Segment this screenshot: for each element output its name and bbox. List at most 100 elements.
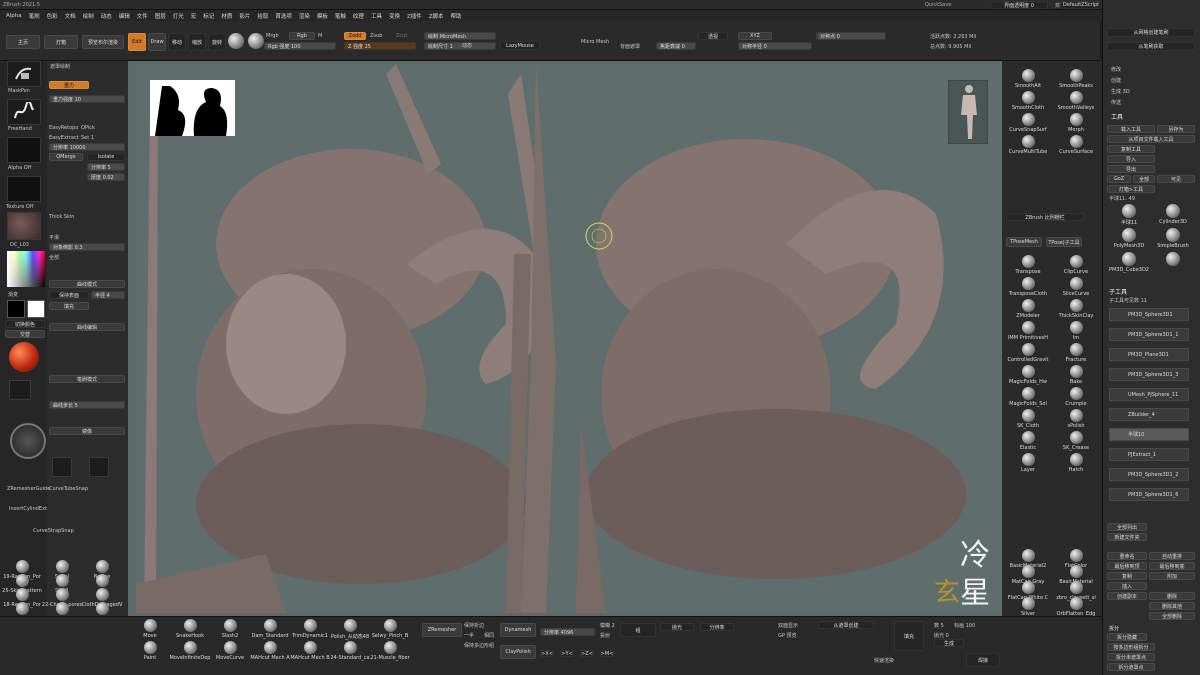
brush-item[interactable]: MoveInfiniteDep bbox=[170, 641, 210, 661]
copy-tool-button[interactable]: 复制工具 bbox=[1107, 145, 1155, 153]
brush-item[interactable]: SmoothAlt bbox=[1004, 69, 1052, 89]
tool-thumbnail[interactable]: SimpleBrush bbox=[1151, 228, 1195, 249]
list-all-button[interactable]: 全部列出 bbox=[1107, 523, 1147, 531]
menu-item[interactable]: 标记 bbox=[203, 12, 214, 20]
gravity-toggle[interactable]: 重力 bbox=[49, 81, 89, 89]
menu-item[interactable]: 笔触 bbox=[335, 12, 346, 20]
load-from-project-button[interactable]: 从项目文件载入工具 bbox=[1107, 135, 1195, 143]
menu-item[interactable]: 灯光 bbox=[173, 12, 184, 20]
brush-item[interactable]: TransposeCloth bbox=[1004, 277, 1052, 297]
persp-button[interactable]: 透视 bbox=[698, 32, 728, 40]
zbrush-fence-button[interactable]: ZBrush 比例栅栏 bbox=[1006, 213, 1084, 221]
brush-item[interactable]: ClipCurve bbox=[1052, 255, 1100, 275]
duplicate-button[interactable]: 复制 bbox=[1107, 572, 1147, 580]
subtool-item[interactable]: PM3D_Sphere3D1_2 bbox=[1109, 468, 1189, 481]
mirror-toggle[interactable]: 镜像 bbox=[49, 427, 125, 435]
brush-item[interactable]: SmoothValleys bbox=[1052, 91, 1100, 111]
brush-item[interactable]: Move bbox=[130, 619, 170, 639]
curvestrapsnap-brush[interactable]: CurveStrapSnap bbox=[33, 528, 74, 534]
menu-item[interactable]: 宏 bbox=[191, 12, 197, 20]
draw-size-slider[interactable]: 绘制尺寸 1 bbox=[424, 42, 496, 50]
transfer-item[interactable]: 传送 bbox=[1111, 99, 1121, 106]
main-color-swatch[interactable] bbox=[7, 300, 25, 318]
brush-item[interactable]: Layer bbox=[1004, 453, 1052, 473]
set-button[interactable]: Set 1 bbox=[81, 135, 94, 141]
brush-item[interactable]: sPolish bbox=[1052, 409, 1100, 429]
lazymouse-button[interactable]: LazyMouse bbox=[500, 41, 540, 50]
color-picker[interactable] bbox=[7, 251, 45, 287]
menu-item[interactable]: 材质 bbox=[221, 12, 232, 20]
keep-surface-toggle[interactable]: 保持表面 bbox=[49, 291, 89, 299]
fill-button[interactable]: 填充 bbox=[894, 621, 924, 651]
m-axis-toggle[interactable]: >M< bbox=[600, 650, 614, 657]
boolean-preview-button[interactable]: 预览布尔渲染 bbox=[82, 35, 124, 49]
brush-item[interactable]: ThickSkinClay bbox=[1052, 299, 1100, 319]
edit-button[interactable]: Edit bbox=[128, 33, 146, 51]
insertcylindext-brush[interactable]: InsertCylindExt bbox=[9, 506, 47, 512]
menu-item[interactable]: 影片 bbox=[239, 12, 250, 20]
brush-item[interactable]: Slash2 bbox=[210, 619, 250, 639]
brush-item[interactable] bbox=[82, 574, 122, 588]
brush-item[interactable]: IMM PrimitivesH bbox=[1004, 321, 1052, 341]
brush-item[interactable]: 21-Muscle_fiber bbox=[370, 641, 410, 661]
brush-item[interactable]: Im bbox=[1052, 321, 1100, 341]
menu-item[interactable]: 文档 bbox=[65, 12, 76, 20]
brush-item[interactable]: SK_Cloth bbox=[1004, 409, 1052, 429]
brush-item[interactable]: 24-Standard_ca bbox=[330, 641, 370, 661]
rotate-button[interactable]: 旋转 bbox=[208, 33, 226, 51]
curve-mode-button[interactable]: 曲线模式 bbox=[49, 280, 125, 288]
brush-item[interactable]: TrimDynamic1 bbox=[290, 619, 330, 639]
z-intensity-slider[interactable]: Z 强度 25 bbox=[344, 42, 416, 50]
subtool-item[interactable]: PM3D_Sphere3D1_3 bbox=[1109, 368, 1189, 381]
menu-item[interactable]: 色彩 bbox=[47, 12, 58, 20]
menu-item[interactable]: 渲染 bbox=[299, 12, 310, 20]
brush-item[interactable]: SmoothCloth bbox=[1004, 91, 1052, 111]
menu-item[interactable]: 动态 bbox=[101, 12, 112, 20]
count-slider[interactable]: 数 5 bbox=[934, 622, 944, 629]
dynamesh-button[interactable]: Dynamesh bbox=[500, 623, 536, 637]
dot-stroke-icon[interactable] bbox=[9, 380, 31, 400]
brush-item[interactable]: Silver bbox=[1004, 597, 1052, 617]
brush-thumbnail-icon[interactable] bbox=[89, 457, 109, 477]
menu-item[interactable]: 纹理 bbox=[353, 12, 364, 20]
home-button[interactable]: 主页 bbox=[6, 35, 40, 49]
modify-item[interactable]: 修改 bbox=[1111, 66, 1121, 73]
delete-button[interactable]: 删除 bbox=[1149, 592, 1195, 600]
sym-radius-slider[interactable]: 对称半径 0 bbox=[738, 42, 812, 50]
gen3d-item[interactable]: 生成 3D bbox=[1111, 88, 1130, 95]
zremesher-button[interactable]: ZRemesher bbox=[422, 623, 462, 637]
menu-item[interactable]: 绘制 bbox=[83, 12, 94, 20]
brush-item[interactable]: MAHcut Mech A bbox=[250, 641, 290, 661]
subtool-item[interactable]: PM3D_Plane3D1 bbox=[1109, 348, 1189, 361]
claypolish-button[interactable]: ClayPolish bbox=[500, 645, 536, 659]
z-axis-toggle[interactable]: >Z< bbox=[580, 650, 594, 657]
brush-item[interactable]: OrbFlatten_Edg bbox=[1052, 597, 1100, 617]
maskpen-brush-icon[interactable] bbox=[7, 61, 41, 87]
subtool-item[interactable]: PM3D_Sphere3D1_1 bbox=[1109, 328, 1189, 341]
tool-thumbnail[interactable]: PM3D_Cube3D2 bbox=[1107, 252, 1151, 273]
menu-item[interactable]: 文件 bbox=[137, 12, 148, 20]
split-masked-button[interactable]: 拆分遮罩点 bbox=[1107, 663, 1155, 671]
brush-item[interactable]: Paint bbox=[130, 641, 170, 661]
brush-size-icon[interactable] bbox=[10, 423, 46, 459]
zcut-toggle[interactable]: Zcut bbox=[396, 33, 407, 39]
all-button[interactable]: 全部 bbox=[1133, 175, 1155, 183]
subtool-item[interactable]: PM3D_Sphere3D1 bbox=[1109, 308, 1189, 321]
density-slider[interactable]: 分辨率 10000 bbox=[49, 143, 125, 151]
brush-item[interactable]: Hatch bbox=[1052, 453, 1100, 473]
menu-item[interactable]: 帮助 bbox=[451, 12, 462, 20]
get-from-brush-button[interactable]: 从笔刷获取 bbox=[1107, 42, 1195, 51]
keep-polygroups-toggle[interactable]: 保持多边形组 bbox=[464, 642, 494, 649]
material-icon[interactable] bbox=[7, 212, 41, 240]
brush-item[interactable]: Crumple bbox=[1052, 387, 1100, 407]
dynamesh-resolution-slider[interactable]: 分辨率 4096 bbox=[540, 628, 595, 636]
subdiv-button[interactable]: 分辨率 bbox=[700, 623, 734, 631]
weld-button[interactable]: 焊接 bbox=[966, 653, 1000, 667]
tpose-subtool-button[interactable]: TPose|子工具 bbox=[1046, 237, 1082, 247]
new-folder-button[interactable]: 新建文件夹 bbox=[1107, 533, 1147, 541]
switch-color-button[interactable]: 切换颜色 bbox=[5, 320, 45, 328]
subtool-item[interactable]: ZBuilder_4 bbox=[1109, 408, 1189, 421]
brush-item[interactable]: SliceCurve bbox=[1052, 277, 1100, 297]
load-tool-button[interactable]: 载入工具 bbox=[1107, 125, 1155, 133]
export-button[interactable]: 导出 bbox=[1107, 165, 1155, 173]
